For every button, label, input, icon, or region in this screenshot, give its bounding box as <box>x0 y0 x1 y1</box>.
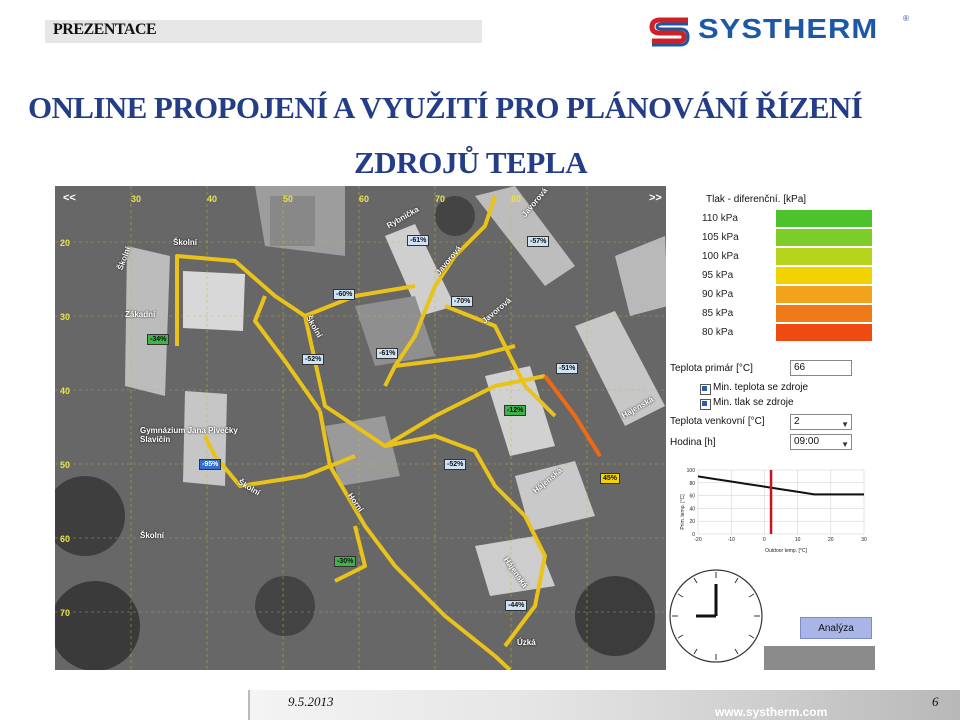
chart-xtick-label: -10 <box>728 537 735 543</box>
min-tlak-checkbox[interactable] <box>700 399 711 410</box>
aerial-map[interactable]: << >> 30 40 50 60 70 80 20 30 40 50 60 7… <box>55 186 668 670</box>
chart-ytick-label: 60 <box>689 494 695 500</box>
legend-title: Tlak - diferenční. [kPa] <box>706 194 807 205</box>
map-nav-next-button[interactable]: >> <box>649 192 662 204</box>
pressure-label[interactable]: -52% <box>444 459 467 470</box>
grid-label-left: 40 <box>60 386 71 396</box>
pressure-label[interactable]: -12% <box>504 405 527 416</box>
teplota-primar-input[interactable]: 66 <box>790 360 852 376</box>
grid-label-left: 70 <box>60 608 71 618</box>
grid-label-top: 80 <box>511 194 522 204</box>
legend-label: 105 kPa <box>702 232 739 243</box>
footer-url-link[interactable]: www.systherm.com <box>715 705 827 719</box>
street-label: Gymnázium Jana Pivečky Slavičín <box>140 426 238 444</box>
pressure-label[interactable]: -61% <box>376 348 399 359</box>
hodina-select[interactable]: 09:00 ▼ <box>790 434 852 450</box>
legend-label: 95 kPa <box>702 270 734 281</box>
legend-swatch <box>776 210 872 227</box>
min-tlak-label: Min. tlak se zdroje <box>713 397 794 408</box>
chart-ytick-label: 100 <box>687 468 696 474</box>
map-strip <box>764 646 875 670</box>
footer-date: 9.5.2013 <box>288 694 334 709</box>
footer-gradient <box>248 690 960 720</box>
grid-label-top: 50 <box>283 194 294 204</box>
legend-row: 110 kPa <box>666 210 875 229</box>
teplota-venkovni-select[interactable]: 2 ▼ <box>790 414 852 430</box>
chevron-down-icon: ▼ <box>841 440 849 449</box>
grid-label-left: 60 <box>60 534 71 544</box>
legend-swatch <box>776 305 872 322</box>
street-label: Školní <box>173 238 198 247</box>
temperature-chart: 100806040200 -20 -10 0 10 20 30 Prim. temp. [… <box>676 462 871 554</box>
legend-row: 85 kPa <box>666 305 875 324</box>
grid-label-top: 30 <box>131 194 142 204</box>
section-label: PREZENTACE <box>53 21 157 38</box>
control-panel: Tlak - diferenční. [kPa] 110 kPa 105 kPa… <box>666 186 875 670</box>
pressure-label[interactable]: -60% <box>333 289 356 300</box>
footer-divider <box>248 690 250 720</box>
min-teplota-label: Min. teplota se zdroje <box>713 382 809 393</box>
grid-label-top: 40 <box>207 194 218 204</box>
chart-xtick-label: 30 <box>861 537 867 543</box>
chart-xtick-label: 10 <box>795 537 801 543</box>
legend-label: 80 kPa <box>702 327 734 338</box>
registered-mark: ® <box>903 14 909 23</box>
pressure-label[interactable]: -51% <box>556 363 579 374</box>
pressure-label[interactable]: -70% <box>451 296 474 307</box>
systherm-logo-text: SYSTHERM <box>698 13 879 45</box>
street-label: Školní <box>140 531 165 540</box>
legend-swatch <box>776 229 872 246</box>
legend-label: 90 kPa <box>702 289 734 300</box>
slide-title-line2: ZDROJŮ TEPLA <box>354 145 588 180</box>
grid-label-left: 50 <box>60 460 71 470</box>
chart-xlabel: Outdoor temp. [°C] <box>765 548 807 554</box>
pressure-label[interactable]: -44% <box>505 600 528 611</box>
pressure-label[interactable]: -52% <box>302 354 325 365</box>
legend-row: 95 kPa <box>666 267 875 286</box>
chart-xtick-label: 0 <box>763 537 766 543</box>
grid-label-top: 60 <box>359 194 370 204</box>
legend-row: 100 kPa <box>666 248 875 267</box>
grid-label-left: 30 <box>60 312 71 322</box>
legend-label: 100 kPa <box>702 251 739 262</box>
pressure-label[interactable]: -95% <box>199 459 222 470</box>
legend-swatch <box>776 267 872 284</box>
legend-swatch <box>776 248 872 265</box>
legend-row: 105 kPa <box>666 229 875 248</box>
teplota-primar-label: Teplota primár [°C] <box>670 363 753 374</box>
street-label: Zákadní <box>125 310 156 319</box>
pressure-label[interactable]: -57% <box>527 236 550 247</box>
page-number: 6 <box>932 694 939 709</box>
legend-row: 80 kPa <box>666 324 875 343</box>
chart-ytick-label: 20 <box>689 519 695 525</box>
chevron-down-icon: ▼ <box>841 420 849 429</box>
systherm-logo-icon <box>649 17 690 47</box>
pressure-label[interactable]: 45% <box>600 473 621 484</box>
min-teplota-checkbox[interactable] <box>700 384 711 395</box>
chart-xtick-label: -20 <box>694 537 701 543</box>
grid-label-left: 20 <box>60 238 71 248</box>
legend-swatch <box>776 286 872 303</box>
slide-title-line1: ONLINE PROPOJENÍ A VYUŽITÍ PRO PLÁNOVÁNÍ… <box>28 90 863 125</box>
hodina-label: Hodina [h] <box>670 437 716 448</box>
teplota-venkovni-value: 2 <box>794 416 800 427</box>
pressure-label[interactable]: -30% <box>334 556 357 567</box>
hodina-value: 09:00 <box>794 436 820 447</box>
chart-xtick-label: 20 <box>828 537 834 543</box>
map-nav-prev-button[interactable]: << <box>63 192 76 204</box>
legend-swatch <box>776 324 872 341</box>
street-label: Úzká <box>517 638 536 647</box>
chart-ytick-label: 80 <box>689 481 695 487</box>
grid-label-top: 70 <box>435 194 446 204</box>
analyza-button[interactable]: Analýza <box>800 617 872 639</box>
pressure-label[interactable]: -61% <box>407 235 430 246</box>
legend-label: 110 kPa <box>702 213 738 224</box>
legend-label: 85 kPa <box>702 308 734 319</box>
clock-icon <box>669 569 763 663</box>
chart-ylabel: Prim. temp. [°C] <box>680 494 686 530</box>
pressure-label[interactable]: -34% <box>147 334 170 345</box>
chart-ytick-label: 40 <box>689 506 695 512</box>
teplota-venkovni-label: Teplota venkovní [°C] <box>670 416 765 427</box>
legend-row: 90 kPa <box>666 286 875 305</box>
